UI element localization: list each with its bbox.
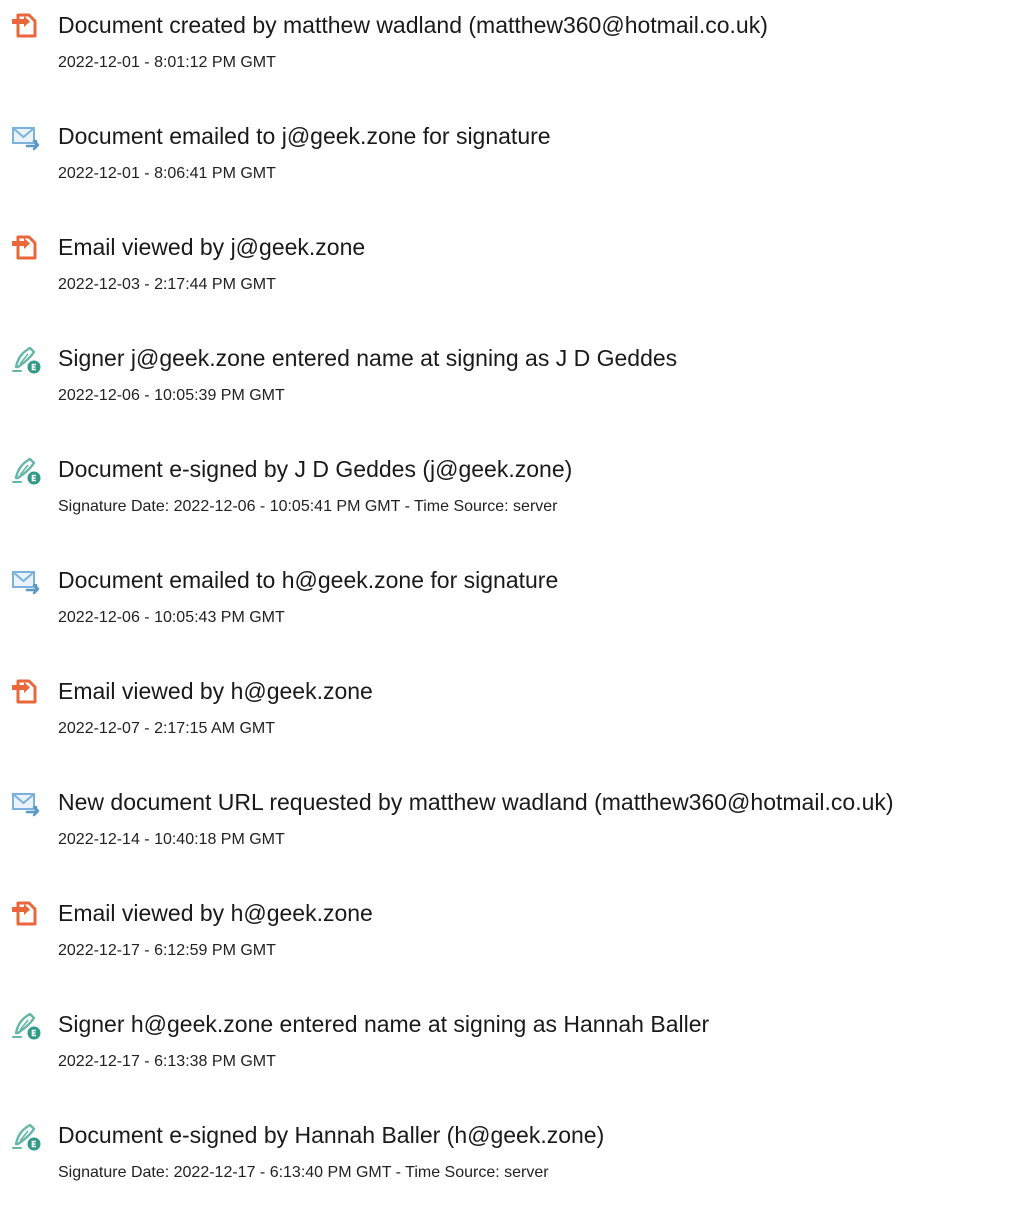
- audit-event: Email viewed by j@geek.zone 2022-12-03 -…: [0, 222, 1027, 322]
- document-icon: [10, 10, 42, 42]
- audit-event: Signer h@geek.zone entered name at signi…: [0, 999, 1027, 1099]
- event-title: Signer j@geek.zone entered name at signi…: [58, 345, 678, 371]
- signature-icon: [10, 1009, 42, 1041]
- document-icon: [10, 676, 42, 708]
- event-title: Email viewed by h@geek.zone: [58, 678, 373, 704]
- event-timestamp: 2022-12-17 - 6:12:59 PM GMT: [58, 942, 276, 959]
- event-title: Document e-signed by Hannah Baller (h@ge…: [58, 1122, 605, 1148]
- audit-event: Document e-signed by J D Geddes (j@geek.…: [0, 444, 1027, 544]
- email-icon: [10, 121, 42, 153]
- audit-event: Document created by matthew wadland (mat…: [0, 0, 1027, 100]
- signature-icon: [10, 1120, 42, 1152]
- event-timestamp: 2022-12-07 - 2:17:15 AM GMT: [58, 720, 275, 737]
- event-title: Document emailed to j@geek.zone for sign…: [58, 123, 551, 149]
- signature-icon: [10, 343, 42, 375]
- event-timestamp: 2022-12-01 - 8:06:41 PM GMT: [58, 165, 276, 182]
- email-icon: [10, 565, 42, 597]
- event-timestamp: 2022-12-01 - 8:01:12 PM GMT: [58, 54, 276, 71]
- audit-event: Signer j@geek.zone entered name at signi…: [0, 333, 1027, 433]
- event-timestamp: 2022-12-17 - 6:13:38 PM GMT: [58, 1053, 276, 1070]
- audit-event: Document e-signed by Hannah Baller (h@ge…: [0, 1110, 1027, 1210]
- event-title: New document URL requested by matthew wa…: [58, 789, 894, 815]
- audit-event: Email viewed by h@geek.zone 2022-12-17 -…: [0, 888, 1027, 988]
- event-signature-details: Signature Date: 2022-12-17 - 6:13:40 PM …: [58, 1164, 549, 1181]
- event-timestamp: 2022-12-14 - 10:40:18 PM GMT: [58, 831, 285, 848]
- email-icon: [10, 787, 42, 819]
- event-title: Email viewed by j@geek.zone: [58, 234, 366, 260]
- document-icon: [10, 898, 42, 930]
- event-timestamp: 2022-12-03 - 2:17:44 PM GMT: [58, 276, 276, 293]
- event-timestamp: 2022-12-06 - 10:05:43 PM GMT: [58, 609, 285, 626]
- audit-event: Document emailed to h@geek.zone for sign…: [0, 555, 1027, 655]
- event-title: Document e-signed by J D Geddes (j@geek.…: [58, 456, 573, 482]
- audit-event: Document emailed to j@geek.zone for sign…: [0, 111, 1027, 211]
- event-title: Signer h@geek.zone entered name at signi…: [58, 1011, 710, 1037]
- event-title: Document emailed to h@geek.zone for sign…: [58, 567, 559, 593]
- event-title: Document created by matthew wadland (mat…: [58, 12, 768, 38]
- event-timestamp: 2022-12-06 - 10:05:39 PM GMT: [58, 387, 285, 404]
- event-signature-details: Signature Date: 2022-12-06 - 10:05:41 PM…: [58, 498, 558, 515]
- audit-event: Email viewed by h@geek.zone 2022-12-07 -…: [0, 666, 1027, 766]
- audit-event: New document URL requested by matthew wa…: [0, 777, 1027, 877]
- signature-icon: [10, 454, 42, 486]
- event-title: Email viewed by h@geek.zone: [58, 900, 373, 926]
- document-icon: [10, 232, 42, 264]
